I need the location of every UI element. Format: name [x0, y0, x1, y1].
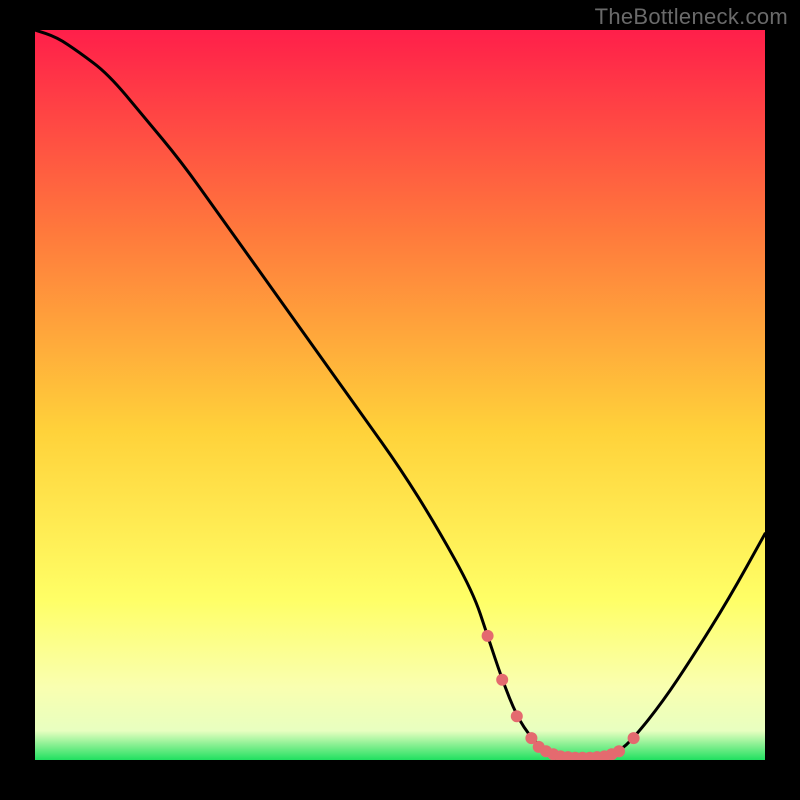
highlight-dot [496, 674, 508, 686]
highlight-dot [613, 745, 625, 757]
plot-svg [35, 30, 765, 760]
chart-frame: TheBottleneck.com [0, 0, 800, 800]
gradient-background [35, 30, 765, 760]
watermark-text: TheBottleneck.com [595, 4, 788, 30]
highlight-dot [511, 710, 523, 722]
plot-area [35, 30, 765, 760]
highlight-dot [628, 732, 640, 744]
highlight-dot [482, 630, 494, 642]
